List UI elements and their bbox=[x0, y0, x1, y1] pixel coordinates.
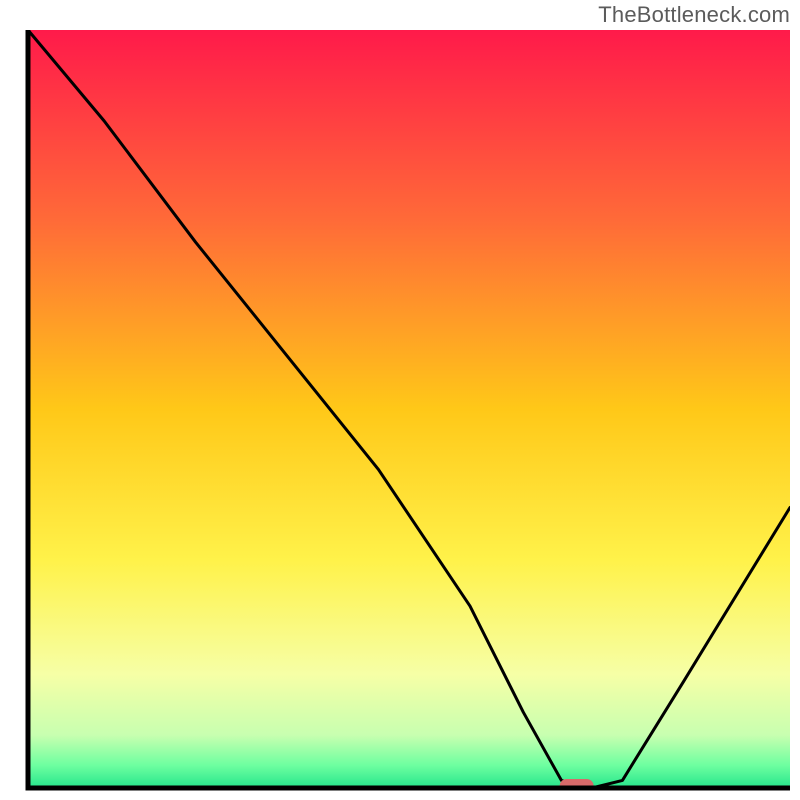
chart-svg bbox=[0, 0, 800, 800]
chart-container: TheBottleneck.com bbox=[0, 0, 800, 800]
gradient-background bbox=[28, 30, 790, 788]
watermark-label: TheBottleneck.com bbox=[598, 2, 790, 28]
